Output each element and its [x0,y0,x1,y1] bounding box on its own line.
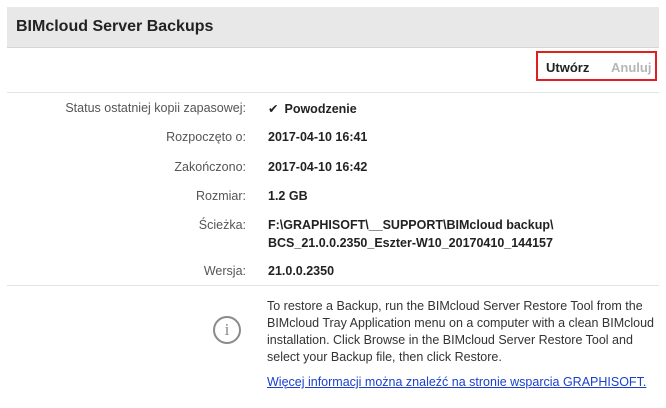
info-divider [7,285,659,286]
path-value-line2: BCS_21.0.0.2350_Eszter-W10_20170410_1441… [268,236,553,250]
path-value-line1: F:\GRAPHISOFT\__SUPPORT\BIMcloud backup\ [268,218,554,232]
action-buttons-group: Utwórz Anuluj [536,51,657,81]
size-label: Rozmiar: [195,189,246,203]
panel-header: BIMcloud Server Backups [7,7,659,48]
started-label: Rozpoczęto o: [166,130,246,144]
restore-instructions: To restore a Backup, run the BIMcloud Se… [267,299,655,364]
started-value: 2017-04-10 16:41 [268,130,368,144]
path-label: Ścieżka: [198,218,246,232]
cancel-button[interactable]: Anuluj [611,60,651,75]
status-value: Powodzenie [284,102,357,116]
size-value: 1.2 GB [268,189,308,203]
info-circle-icon: i [213,316,241,344]
page-title: BIMcloud Server Backups [16,18,214,35]
version-value: 21.0.0.2350 [268,264,335,278]
finished-value: 2017-04-10 16:42 [268,160,368,174]
top-divider [7,92,659,93]
support-link[interactable]: Więcej informacji można znaleźć na stron… [267,375,646,389]
status-value-wrap: ✔ Powodzenie [268,101,357,116]
status-label: Status ostatniej kopii zapasowej: [65,101,246,115]
version-label: Wersja: [203,264,246,278]
create-button[interactable]: Utwórz [546,60,589,75]
finished-label: Zakończono: [174,160,246,174]
checkmark-icon: ✔ [268,102,279,116]
